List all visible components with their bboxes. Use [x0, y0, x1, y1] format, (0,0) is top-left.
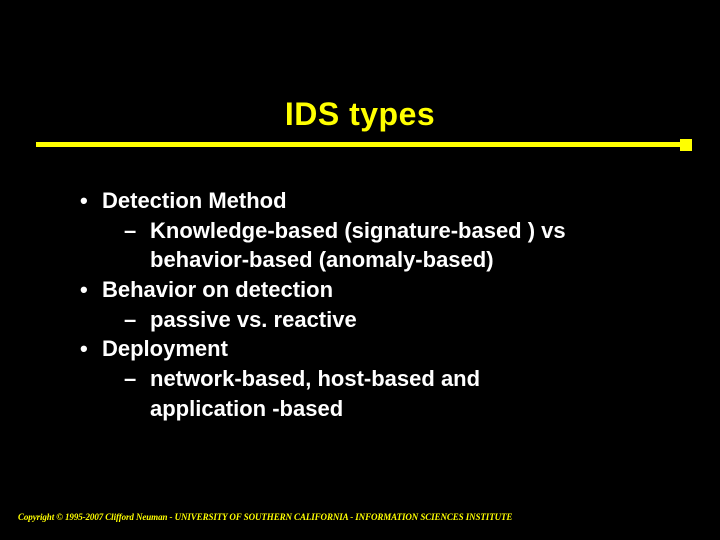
rule-line [36, 142, 692, 147]
title-wrap: IDS types [0, 96, 720, 133]
bullet-level1: Detection Method [80, 186, 680, 216]
bullet-level2: network-based, host-based and [80, 364, 680, 394]
bullet-level2: passive vs. reactive [80, 305, 680, 335]
bullet-level2-cont: behavior-based (anomaly-based) [80, 245, 680, 275]
content-area: Detection Method Knowledge-based (signat… [80, 186, 680, 424]
title-rule [36, 142, 692, 154]
slide: IDS types Detection Method Knowledge-bas… [0, 0, 720, 540]
bullet-level1: Deployment [80, 334, 680, 364]
copyright-footer: Copyright © 1995-2007 Clifford Neuman - … [18, 512, 512, 522]
bullet-level2-cont: application -based [80, 394, 680, 424]
rule-endcap-icon [680, 139, 692, 151]
bullet-level1: Behavior on detection [80, 275, 680, 305]
slide-title: IDS types [285, 96, 435, 133]
bullet-level2: Knowledge-based (signature-based ) vs [80, 216, 680, 246]
